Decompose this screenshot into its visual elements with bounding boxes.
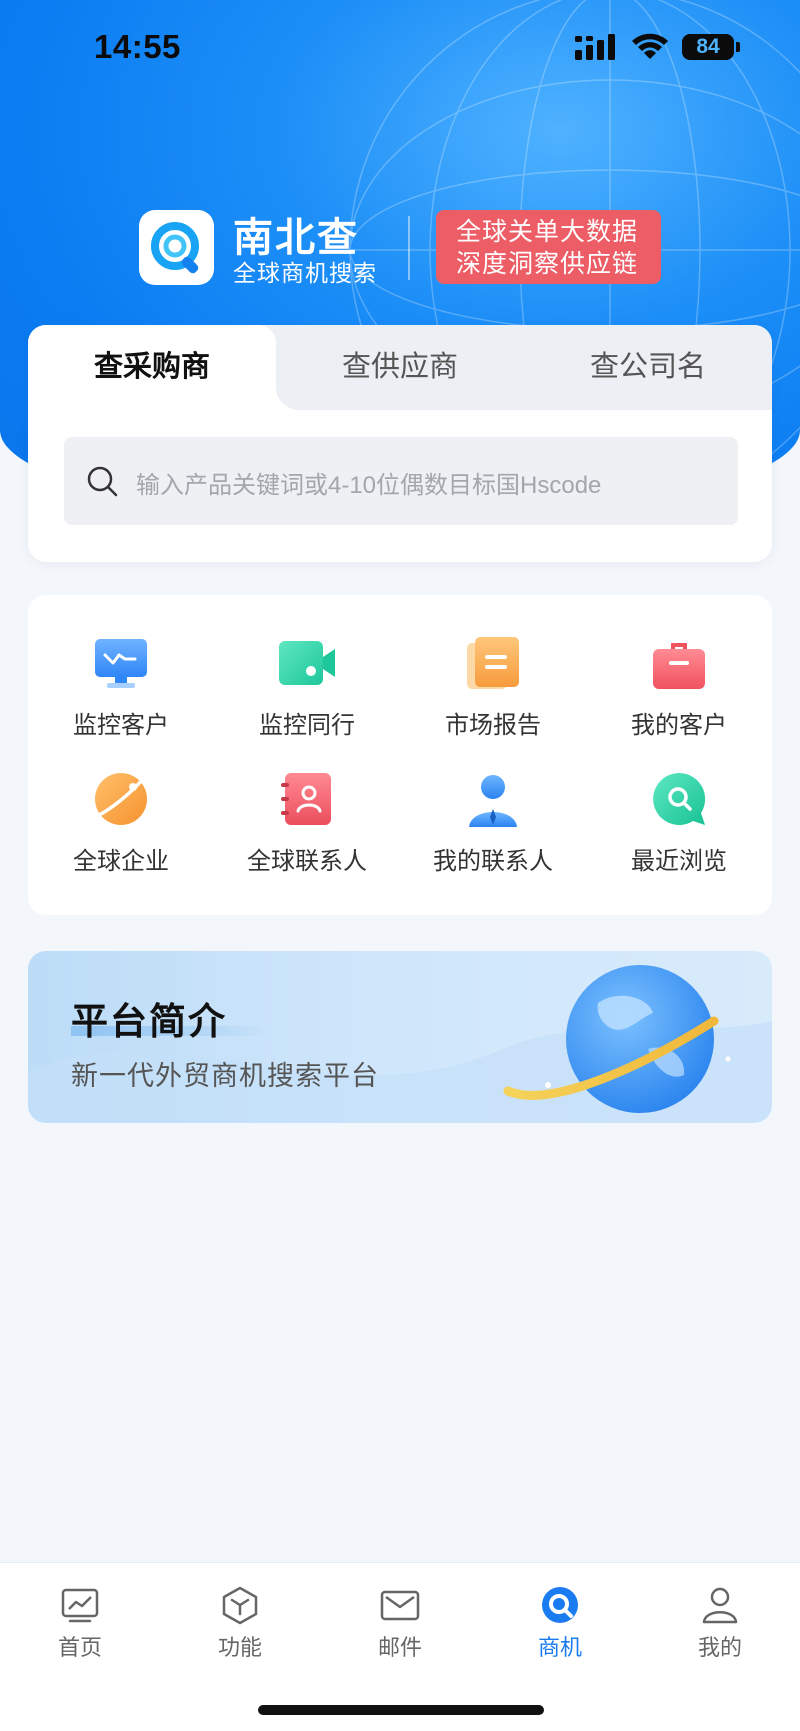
user-icon <box>702 1587 738 1624</box>
app-logo <box>139 210 214 285</box>
status-time: 14:55 <box>94 28 181 65</box>
feature-label: 我的联系人 <box>433 848 553 875</box>
feature-label: 全球联系人 <box>247 848 367 875</box>
search-input[interactable]: 输入产品关键词或4-10位偶数目标国Hscode <box>64 437 738 525</box>
feature-global-companies[interactable]: 全球企业 <box>28 769 214 879</box>
search-placeholder: 输入产品关键词或4-10位偶数目标国Hscode <box>136 472 602 499</box>
promo-line-2: 深度洞察供应链 <box>456 250 639 278</box>
home-indicator <box>258 1705 544 1715</box>
report-icon <box>467 637 519 689</box>
feature-label: 我的客户 <box>631 712 727 739</box>
feature-my-customers[interactable]: 我的客户 <box>586 633 772 743</box>
promo-badge: 全球关单大数据 深度洞察供应链 <box>436 210 661 284</box>
wifi-icon <box>632 33 668 59</box>
feature-global-contacts[interactable]: 全球联系人 <box>214 769 400 879</box>
feature-grid: 监控客户 监控同行 市场报告 我的客户 全球企业 全球联系人 我的联系人 最近浏… <box>28 595 772 915</box>
search-bubble-icon <box>653 772 706 825</box>
feature-label: 监控客户 <box>73 712 169 739</box>
person-icon <box>469 775 517 827</box>
chart-icon <box>61 1588 99 1623</box>
cube-icon <box>222 1586 258 1625</box>
platform-intro-banner[interactable]: 平台简介 新一代外贸商机搜索平台 <box>28 951 772 1123</box>
cellular-signal-icon <box>575 34 615 60</box>
nav-label: 商机 <box>537 1635 582 1660</box>
search-card: 查采购商 查供应商 查公司名 输入产品关键词或4-10位偶数目标国Hscode <box>28 325 772 562</box>
tab-buyers[interactable]: 查采购商 <box>28 325 276 410</box>
feature-market-report[interactable]: 市场报告 <box>400 633 586 743</box>
search-icon <box>542 1587 578 1623</box>
globe-icon <box>503 965 731 1113</box>
monitor-icon <box>95 639 147 688</box>
nav-label: 我的 <box>697 1635 742 1660</box>
planet-icon <box>95 773 147 825</box>
feature-label: 全球企业 <box>73 848 169 875</box>
brand-subtitle: 全球商机搜索 <box>233 260 377 286</box>
feature-my-contacts[interactable]: 我的联系人 <box>400 769 586 879</box>
tab-companies[interactable]: 查公司名 <box>524 325 772 410</box>
feature-monitor-customers[interactable]: 监控客户 <box>28 633 214 743</box>
battery-tip <box>736 42 740 52</box>
feature-monitor-peers[interactable]: 监控同行 <box>214 633 400 743</box>
intro-subtitle: 新一代外贸商机搜索平台 <box>71 1061 379 1091</box>
promo-line-1: 全球关单大数据 <box>456 218 639 246</box>
battery-icon: 84 <box>682 34 734 60</box>
nav-label: 邮件 <box>377 1635 422 1660</box>
status-bar: 14:55 84 <box>0 0 800 96</box>
feature-label: 监控同行 <box>259 712 355 739</box>
briefcase-icon <box>653 643 705 689</box>
brand-divider <box>408 216 410 280</box>
mail-icon <box>380 1590 420 1621</box>
intro-title: 平台简介 <box>71 1001 227 1042</box>
feature-recent-views[interactable]: 最近浏览 <box>586 769 772 879</box>
nav-label: 首页 <box>57 1635 102 1660</box>
feature-label: 最近浏览 <box>631 848 727 875</box>
feature-label: 市场报告 <box>445 712 541 739</box>
tab-suppliers[interactable]: 查供应商 <box>276 325 524 410</box>
nav-label: 功能 <box>217 1635 262 1660</box>
contact-book-icon <box>281 773 331 825</box>
video-icon <box>279 641 335 685</box>
search-icon <box>87 466 118 497</box>
